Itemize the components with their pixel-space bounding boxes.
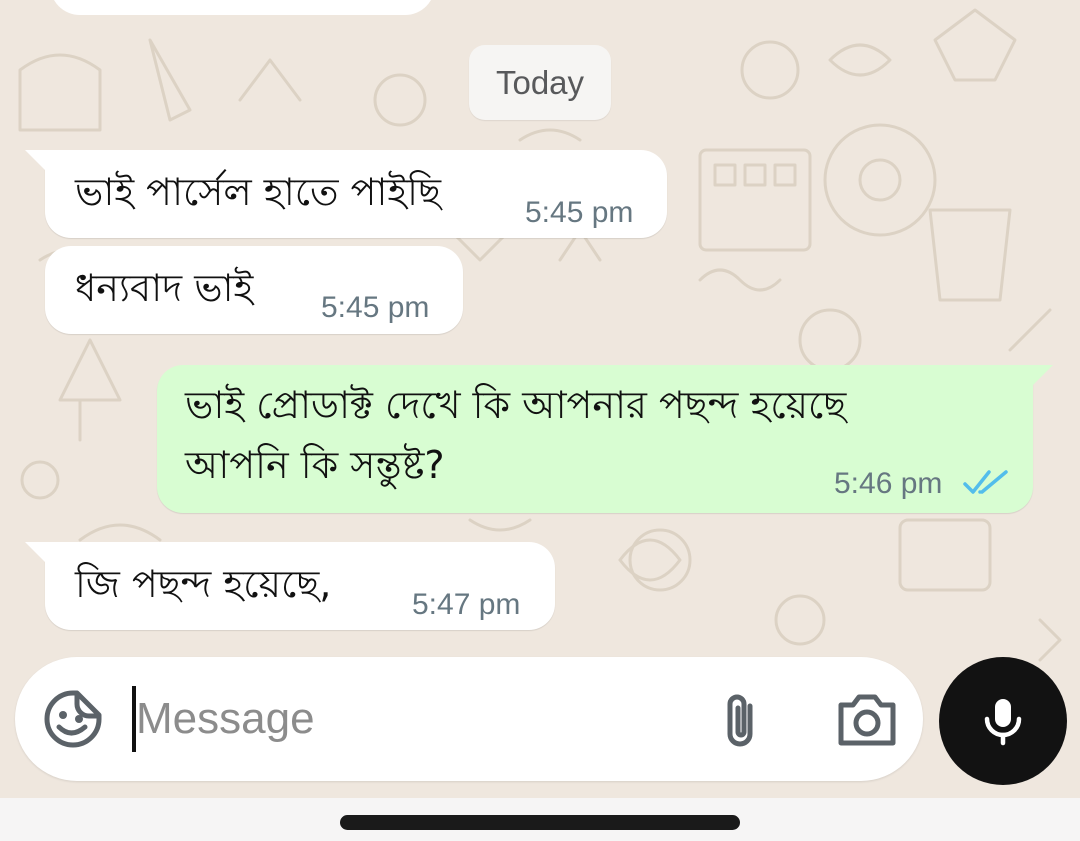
message-composer[interactable]: Message bbox=[15, 657, 923, 781]
message-text-line: আপনি কি সন্তুষ্ট? bbox=[185, 443, 445, 487]
message-time: 5:46 pm bbox=[834, 467, 943, 500]
date-chip: Today bbox=[469, 45, 611, 120]
home-indicator[interactable] bbox=[340, 815, 740, 830]
message-time: 5:47 pm bbox=[412, 588, 521, 621]
message-time: 5:45 pm bbox=[321, 291, 430, 324]
message-text-line: ভাই প্রোডাক্ট দেখে কি আপনার পছন্দ হয়েছে bbox=[185, 383, 847, 427]
outgoing-message[interactable]: ভাই প্রোডাক্ট দেখে কি আপনার পছন্দ হয়েছে… bbox=[157, 365, 1053, 513]
message-text: জি পছন্দ হয়েছে, bbox=[75, 562, 332, 606]
message-input[interactable]: Message bbox=[136, 685, 315, 753]
microphone-icon bbox=[984, 699, 1022, 746]
sticker-emoji-icon[interactable] bbox=[43, 689, 103, 749]
read-ticks-icon bbox=[963, 470, 1008, 494]
previous-message-bubble bbox=[50, 0, 435, 15]
microphone-button[interactable] bbox=[939, 657, 1067, 785]
message-time: 5:45 pm bbox=[525, 196, 634, 229]
incoming-message[interactable]: ভাই পার্সেল হাতে পাইছি 5:45 pm bbox=[25, 150, 667, 238]
message-text: ধন্যবাদ ভাই bbox=[75, 266, 254, 310]
camera-icon[interactable] bbox=[835, 691, 899, 749]
incoming-message[interactable]: জি পছন্দ হয়েছে, 5:47 pm bbox=[25, 542, 555, 630]
paperclip-icon[interactable] bbox=[715, 690, 765, 752]
incoming-message[interactable]: ধন্যবাদ ভাই 5:45 pm bbox=[45, 246, 463, 334]
message-text: ভাই পার্সেল হাতে পাইছি bbox=[75, 170, 442, 214]
system-navigation-bar bbox=[0, 798, 1080, 841]
